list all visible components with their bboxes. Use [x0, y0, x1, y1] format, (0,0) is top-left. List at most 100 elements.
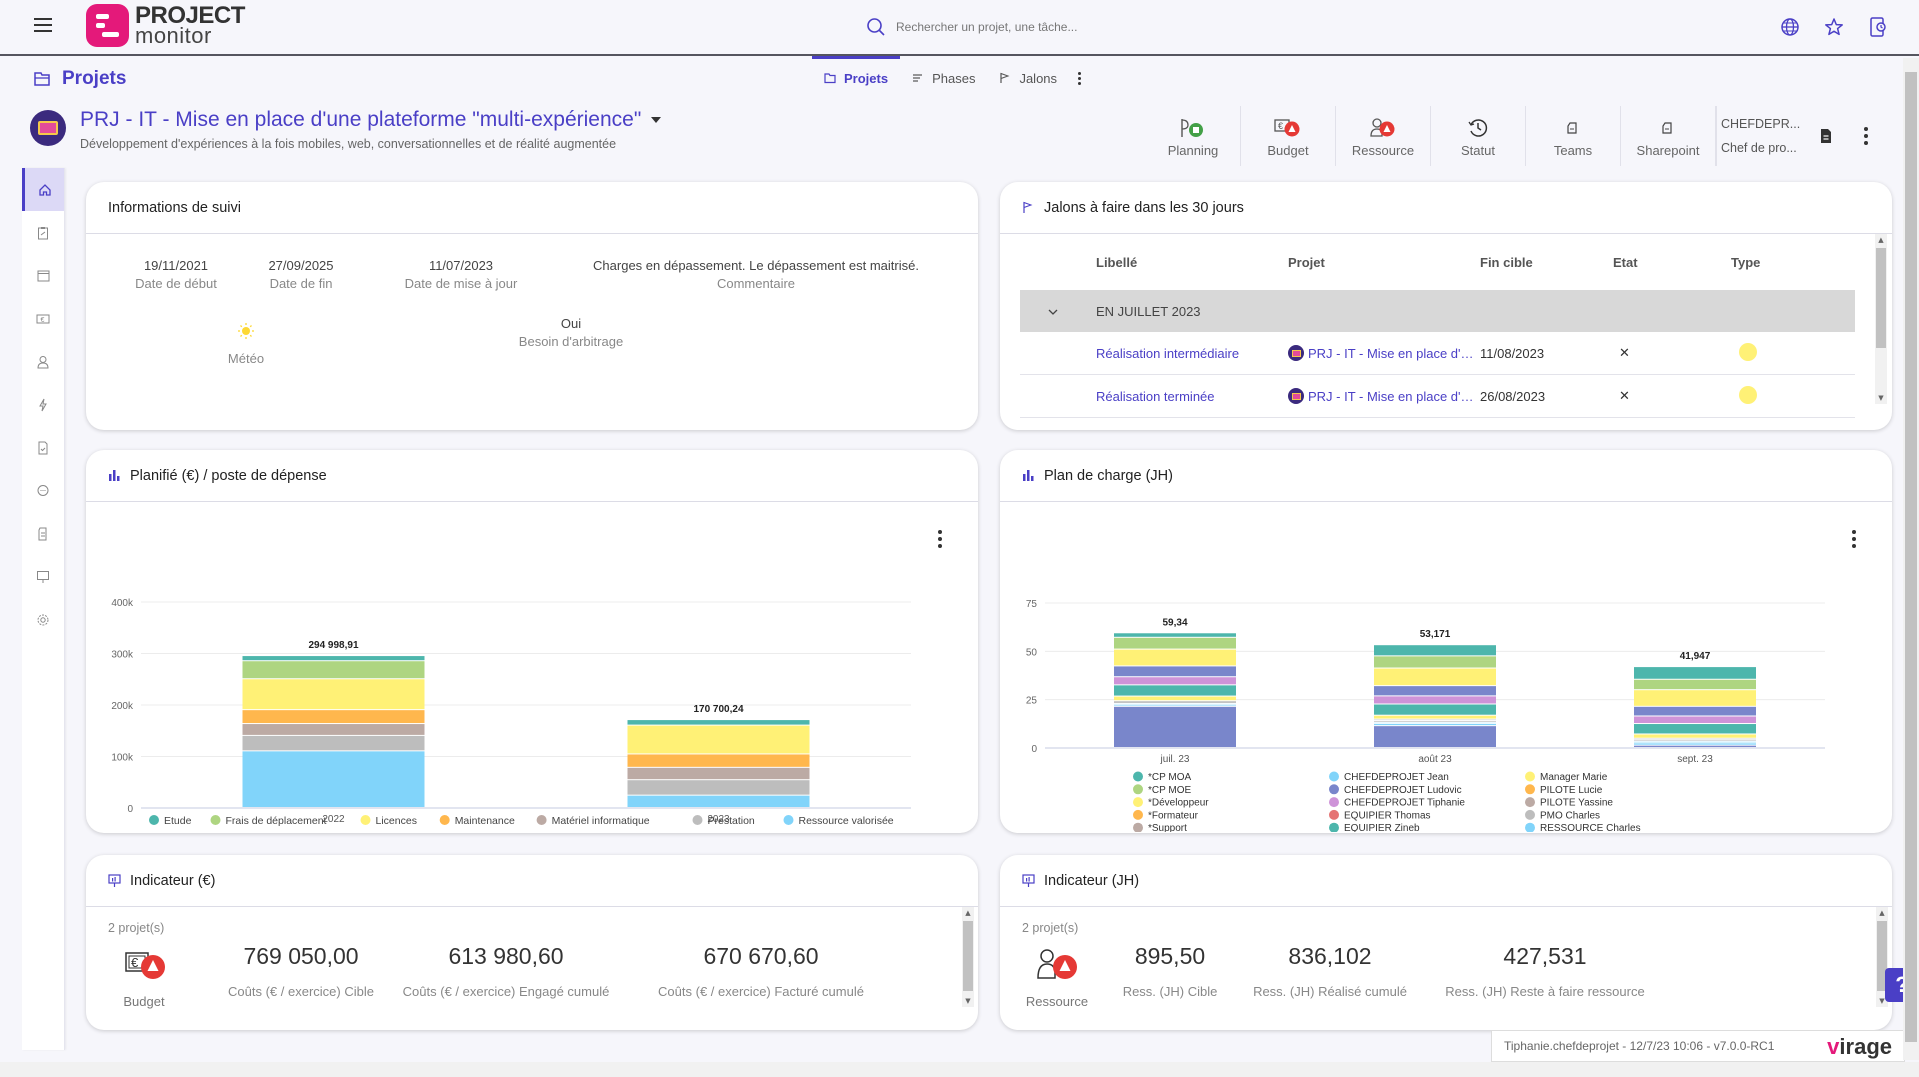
- bar-total-label: 41,947: [1680, 651, 1711, 662]
- clipboard-icon: [38, 226, 48, 239]
- indicator-label: Ressource: [1025, 994, 1089, 1009]
- global-search[interactable]: [866, 14, 1266, 40]
- indicateur-scrollbar[interactable]: ▲ ▼: [962, 907, 974, 1007]
- jalons-card: Jalons à faire dans les 30 jours Libellé…: [1000, 182, 1892, 430]
- sidenav-resources[interactable]: [22, 340, 64, 383]
- action-ressource[interactable]: Ressource: [1336, 106, 1431, 166]
- legend-label: RESSOURCE Charles: [1540, 823, 1641, 832]
- tablet-clock-icon[interactable]: [1867, 16, 1889, 38]
- bar-segment: [1374, 645, 1496, 656]
- bar-segment: [1374, 668, 1496, 686]
- project-selector[interactable]: PRJ - IT - Mise en place d'une plateform…: [80, 108, 662, 132]
- bar-segment: [1634, 706, 1756, 716]
- x-tick-label: juil. 23: [1160, 754, 1190, 765]
- sidenav-reports[interactable]: [22, 555, 64, 598]
- bar-segment: [627, 795, 810, 807]
- sidenav-risks[interactable]: [22, 383, 64, 426]
- sidenav-home[interactable]: [22, 168, 64, 211]
- page-scrollbar[interactable]: [1903, 58, 1919, 1060]
- column-header[interactable]: Type: [1731, 255, 1831, 270]
- charge-chart-card: Plan de charge (JH) 0 25 50 75 59,34 juil. 23…: [1000, 450, 1892, 833]
- group-row[interactable]: EN JUILLET 2023: [1020, 290, 1855, 332]
- page-tabs: Projets Phases Jalons: [812, 56, 1089, 98]
- chevron-down-icon[interactable]: [1048, 308, 1058, 316]
- table-row[interactable]: Réalisation terminée PRJ - IT - Mise en …: [1020, 375, 1855, 418]
- column-header[interactable]: Fin cible: [1480, 255, 1613, 270]
- user-code: CHEFDEPR...: [1721, 117, 1801, 131]
- date-maj-field: 11/07/2023 Date de mise à jour: [386, 258, 536, 291]
- sun-icon: [238, 323, 254, 339]
- action-label: Statut: [1461, 142, 1495, 158]
- action-statut[interactable]: Statut: [1431, 106, 1526, 166]
- svg-text:€: €: [1278, 121, 1283, 131]
- ressource-alert-icon: [1037, 949, 1077, 979]
- indicateur-jh-card: Indicateur (JH) 2 projet(s) Ressource 89…: [1000, 855, 1892, 1030]
- column-header[interactable]: Libellé: [1096, 255, 1288, 270]
- sidenav-budget[interactable]: €: [22, 297, 64, 340]
- field-value: Charges en dépassement. Le dépassement e…: [593, 258, 919, 273]
- flag-icon: [1000, 72, 1010, 83]
- sidenav-calendar[interactable]: [22, 254, 64, 297]
- column-header[interactable]: Projet: [1288, 255, 1480, 270]
- sidenav-chat[interactable]: [22, 469, 64, 512]
- bar-segment: [1634, 745, 1756, 747]
- action-label: Planning: [1167, 142, 1219, 158]
- action-planning[interactable]: Planning: [1146, 106, 1241, 166]
- bar-segment: [1114, 637, 1236, 649]
- card-title: Plan de charge (JH): [1044, 467, 1173, 484]
- project-link[interactable]: PRJ - IT - Mise en place d'…: [1288, 388, 1480, 404]
- sidenav-clipboard[interactable]: [22, 211, 64, 254]
- bar-chart-icon: [1022, 469, 1036, 483]
- search-input[interactable]: [896, 20, 1256, 34]
- horizontal-scrollbar[interactable]: [0, 1062, 1919, 1077]
- bar-segment: [1374, 656, 1496, 668]
- project-link[interactable]: PRJ - IT - Mise en place d'…: [1288, 345, 1480, 361]
- budget-indicator[interactable]: € Budget: [114, 947, 174, 1009]
- column-header[interactable]: Etat: [1613, 255, 1731, 270]
- budget-icon: €: [1274, 118, 1300, 136]
- tabs-more-icon[interactable]: [1069, 58, 1089, 98]
- indicateur-eur-card: Indicateur (€) 2 projet(s) € Budget 769 …: [86, 855, 978, 1030]
- tab-phases[interactable]: Phases: [900, 58, 987, 98]
- jalon-link[interactable]: Réalisation intermédiaire: [1096, 346, 1288, 361]
- tab-projets[interactable]: Projets: [812, 56, 901, 98]
- card-header: Plan de charge (JH): [1000, 450, 1892, 502]
- action-teams[interactable]: Teams: [1526, 106, 1621, 166]
- caret-down-icon[interactable]: [651, 117, 662, 123]
- user-role-chip[interactable]: CHEFDEPR... Chef de pro...: [1716, 106, 1806, 166]
- document-icon[interactable]: [1806, 106, 1846, 166]
- bar-segment: [1374, 720, 1496, 722]
- action-sharepoint[interactable]: Sharepoint: [1621, 106, 1716, 166]
- action-budget[interactable]: € Budget: [1241, 106, 1336, 166]
- globe-icon[interactable]: [1779, 16, 1801, 38]
- more-actions-icon[interactable]: [1846, 106, 1886, 166]
- card-header: Indicateur (€): [86, 855, 978, 907]
- tab-jalons[interactable]: Jalons: [987, 58, 1069, 98]
- jalon-link[interactable]: Réalisation terminée: [1096, 389, 1288, 404]
- sidenav-documents[interactable]: [22, 512, 64, 555]
- jalons-scrollbar[interactable]: ▲ ▼: [1875, 234, 1887, 404]
- y-tick-label: 0: [1031, 744, 1037, 755]
- sidenav-decisions[interactable]: [22, 426, 64, 469]
- bar-segment: [1114, 666, 1236, 677]
- card-header: Indicateur (JH): [1000, 855, 1892, 907]
- bar-segment: [1634, 740, 1756, 741]
- etat-x-icon: ✕: [1619, 388, 1630, 403]
- x-tick-label: août 23: [1418, 754, 1452, 765]
- fin-cible: 11/08/2023: [1480, 345, 1545, 361]
- bar-segment: [1114, 633, 1236, 637]
- table-row[interactable]: Réalisation intermédiaire PRJ - IT - Mis…: [1020, 332, 1855, 375]
- app-logo[interactable]: PROJECT monitor: [86, 3, 245, 47]
- top-bar: PROJECT monitor: [0, 0, 1919, 56]
- sidenav-settings[interactable]: [22, 598, 64, 641]
- logo-mark-icon: [86, 4, 129, 47]
- star-icon[interactable]: [1823, 16, 1845, 38]
- sharepoint-doc-icon: [1662, 121, 1672, 134]
- bar-segment: [1374, 715, 1496, 719]
- legend-label: Etude: [164, 815, 192, 827]
- ressource-indicator[interactable]: Ressource: [1022, 947, 1092, 1009]
- hamburger-menu-icon[interactable]: [34, 18, 52, 32]
- legend-label: Licences: [376, 815, 417, 827]
- field-label: Date de mise à jour: [404, 276, 518, 291]
- project-name: PRJ - IT - Mise en place d'…: [1308, 345, 1474, 361]
